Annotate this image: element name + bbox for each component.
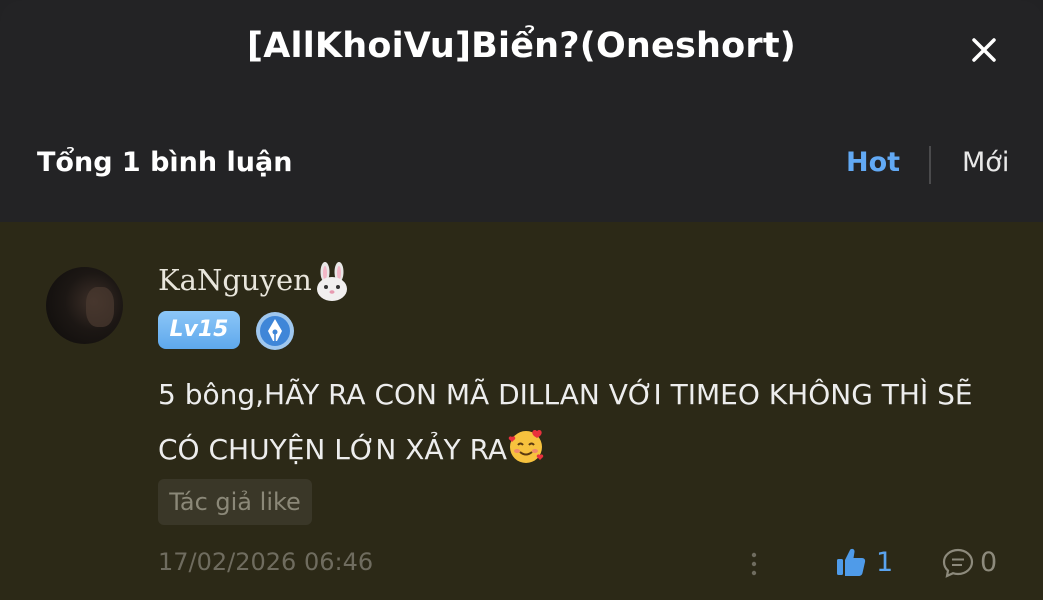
comment-text: 5 bông,HÃY RA CON MÃ DILLAN VỚI TIMEO KH… [158, 367, 1008, 477]
tab-new[interactable]: Mới [962, 147, 1009, 178]
comment-item: KaNguyen Lv15 5 bông,HÃY RA CON MÃ DILLA… [0, 222, 1043, 600]
close-icon [972, 38, 996, 62]
author-like-tag: Tác giả like [158, 479, 312, 525]
comment-username[interactable]: KaNguyen [158, 263, 312, 297]
like-count: 1 [876, 547, 894, 578]
level-badge: Lv15 [158, 311, 240, 349]
avatar-shade [86, 287, 114, 327]
comment-bubble-icon [942, 548, 974, 578]
thumbs-up-icon [837, 548, 866, 576]
more-vertical-icon [751, 552, 757, 576]
pen-badge-icon [256, 312, 294, 350]
avatar[interactable] [46, 267, 123, 344]
reply-count: 0 [980, 547, 998, 578]
rabbit-face-icon [317, 262, 347, 301]
comments-toolbar: Tổng 1 bình luận Hot Mới [0, 128, 1043, 200]
close-button[interactable] [962, 28, 1006, 72]
comment-timestamp: 17/02/2026 06:46 [158, 548, 374, 576]
smiling-face-with-hearts-icon [508, 429, 544, 463]
tab-divider [929, 146, 931, 184]
sheet-header: [AllKhoiVu]Biển?(Oneshort) [0, 0, 1043, 96]
tab-hot[interactable]: Hot [846, 147, 900, 178]
more-options-button[interactable] [744, 550, 764, 578]
comment-body: 5 bông,HÃY RA CON MÃ DILLAN VỚI TIMEO KH… [158, 378, 973, 466]
comments-sheet: [AllKhoiVu]Biển?(Oneshort) Tổng 1 bình l… [0, 0, 1043, 600]
story-title: [AllKhoiVu]Biển?(Oneshort) [247, 26, 796, 66]
comment-count: Tổng 1 bình luận [37, 147, 293, 178]
